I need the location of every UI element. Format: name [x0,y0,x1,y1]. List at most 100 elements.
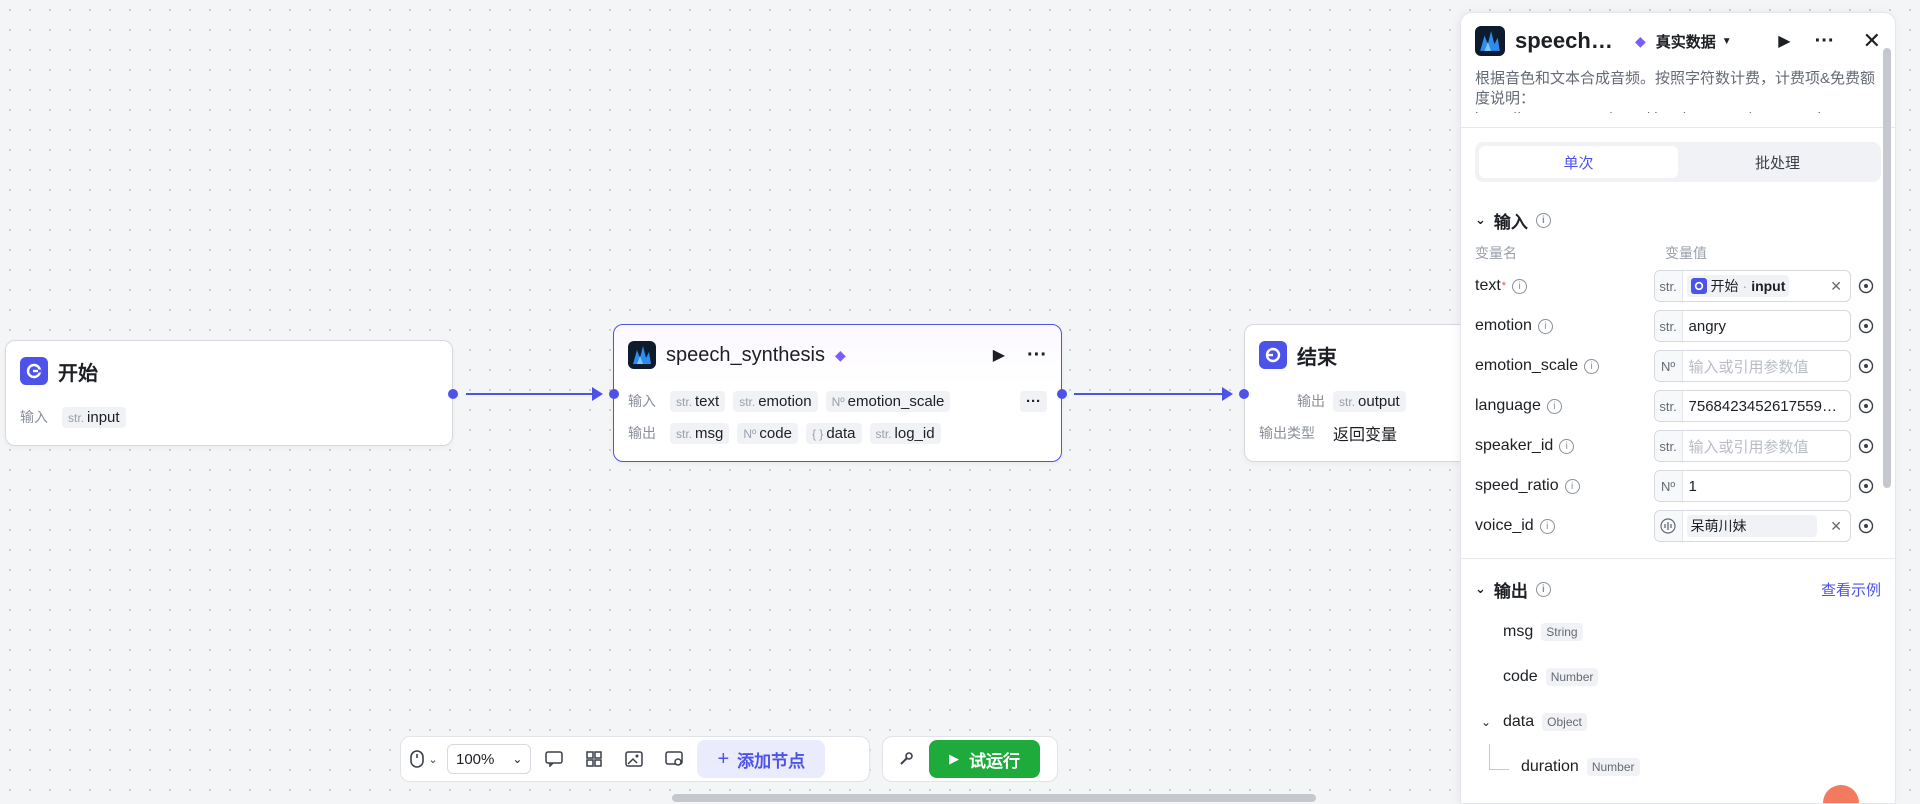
speech-node-title: speech_synthesis [666,343,825,366]
reference-target-icon[interactable] [1851,318,1881,334]
close-icon[interactable]: ✕ [1863,28,1881,54]
speaker-id-value-field[interactable]: str. 输入或引用参数值 [1653,430,1851,462]
grid-icon [586,751,603,767]
text-value-field[interactable]: str. 开始 · input ✕ [1653,270,1851,302]
start-node-title: 开始 [58,362,98,385]
param-row-voice-id: voice_id i 呆萌川妹 ✕ [1461,506,1895,546]
reference-target-icon[interactable] [1851,438,1881,454]
col-var-value: 变量值 [1665,245,1707,261]
mouse-mode-button[interactable]: ⌄ [407,742,441,776]
edge-arrow [1222,387,1233,401]
speech-output-label: 输出 [628,425,656,441]
layout-button[interactable] [577,742,611,776]
speech-output-code: Nº code [737,422,798,444]
comment-icon [545,751,564,767]
add-node-button[interactable]: + 添加节点 [697,740,826,778]
tab-single[interactable]: 单次 [1479,146,1678,178]
speech-output-port[interactable] [1057,389,1067,399]
screen-icon [665,751,684,766]
language-value-field[interactable]: str. 7568423452617559… [1653,390,1851,422]
play-icon: ▶ [949,751,959,766]
image-icon [625,751,644,767]
panel-description: 根据音色和文本合成音频。按照字符数计费，计费项&免费额度说明：https://w… [1475,70,1876,113]
mode-tabs: 单次 批处理 [1475,142,1881,182]
speech-input-text: str. text [670,390,726,412]
end-output-label: 输出 [1297,393,1325,409]
view-example-link[interactable]: 查看示例 [1821,579,1881,600]
start-output-port[interactable] [448,389,458,399]
end-output-type-value: 返回变量 [1333,427,1398,444]
speed-ratio-value-field[interactable]: Nº 1 [1653,470,1851,502]
run-toolbar: ▶ 试运行 [882,736,1058,782]
start-node[interactable]: 开始 输入 str. input [5,340,453,446]
info-icon: i [1535,212,1551,228]
clear-icon[interactable]: ✕ [1830,518,1842,535]
param-row-emotion: emotion i str. angry [1461,306,1895,346]
info-icon: i [1535,581,1551,597]
info-icon: i [1564,478,1580,494]
canvas-toolbar: ⌄ 100% ⌄ + 添加节点 [400,736,870,782]
clear-icon[interactable]: ✕ [1830,278,1842,295]
end-output-param: str. output [1333,390,1406,412]
data-source-select[interactable]: 真实数据 ▼ [1656,31,1732,52]
input-section-header[interactable]: ⌄ 输入 i [1461,200,1895,240]
run-node-icon[interactable]: ▶ [993,345,1005,365]
mouse-icon [410,750,425,768]
chevron-down-icon: ⌄ [1481,714,1492,729]
speech-input-emotion: str. emotion [733,390,818,412]
zoom-select[interactable]: 100% ⌄ [447,744,532,774]
end-input-port[interactable] [1239,389,1249,399]
param-row-speed-ratio: speed_ratio i Nº 1 [1461,466,1895,506]
debug-button[interactable] [889,742,923,776]
canvas-horizontal-scrollbar[interactable] [672,794,1316,802]
ref-chip: 开始 · input [1686,275,1790,297]
minimap-button[interactable] [617,742,651,776]
emotion-value-field[interactable]: str. angry [1653,310,1851,342]
tab-batch[interactable]: 批处理 [1678,146,1877,178]
speech-plugin-icon [628,341,656,369]
test-run-panel: speech_synthesis ◆ 真实数据▼ ▶ ··· ✕ 根据音色和文本… [1460,12,1896,804]
emotion-scale-value-field[interactable]: Nº 输入或引用参数值 [1653,350,1851,382]
info-icon: i [1584,358,1600,374]
snapshot-button[interactable] [657,742,691,776]
panel-vertical-scrollbar[interactable] [1883,48,1891,488]
output-item-data[interactable]: ⌄ data Object [1461,699,1895,744]
speech-input-label: 输入 [628,393,656,409]
more-icon[interactable]: ··· [1027,344,1047,367]
comment-button[interactable] [537,742,571,776]
run-icon[interactable]: ▶ [1778,31,1790,51]
start-node-icon [1690,278,1707,294]
zoom-value: 100% [456,750,495,768]
reference-target-icon[interactable] [1851,278,1881,294]
chevron-down-icon: ⌄ [428,753,438,766]
plus-icon: + [717,747,730,770]
more-icon[interactable]: ··· [1815,30,1835,53]
reference-target-icon[interactable] [1851,398,1881,414]
output-item-msg: msg String [1461,609,1895,654]
info-icon: i [1559,438,1575,454]
more-inputs-button[interactable]: ··· [1020,390,1047,412]
speech-input-port[interactable] [609,389,619,399]
chevron-down-icon: ⌄ [512,752,523,766]
speech-output-msg: str. msg [670,422,730,444]
param-row-language: language i str. 7568423452617559… [1461,386,1895,426]
speech-synthesis-node[interactable]: speech_synthesis ◆ ▶ ··· 输入 str. text str… [613,324,1062,462]
reference-target-icon[interactable] [1851,358,1881,374]
speech-plugin-icon [1475,26,1505,56]
reference-target-icon[interactable] [1851,518,1881,534]
test-run-button[interactable]: ▶ 试运行 [929,740,1040,778]
speech-output-log-id: str. log_id [869,422,941,444]
edge-speech-to-end [1074,393,1222,395]
start-node-icon [20,357,48,385]
end-node-title: 结束 [1297,346,1337,369]
info-icon: i [1539,518,1555,534]
end-node-icon [1259,341,1287,369]
voice-id-value-field[interactable]: 呆萌川妹 ✕ [1653,510,1851,542]
diamond-badge-icon: ◆ [1635,32,1646,49]
param-row-text: text * i str. 开始 · input ✕ [1461,266,1895,306]
reference-target-icon[interactable] [1851,478,1881,494]
add-node-label: 添加节点 [737,751,806,771]
output-item-duration: duration Number [1461,744,1895,789]
start-input-label: 输入 [20,409,48,425]
output-section-header[interactable]: ⌄ 输出 i 查看示例 [1461,569,1895,609]
